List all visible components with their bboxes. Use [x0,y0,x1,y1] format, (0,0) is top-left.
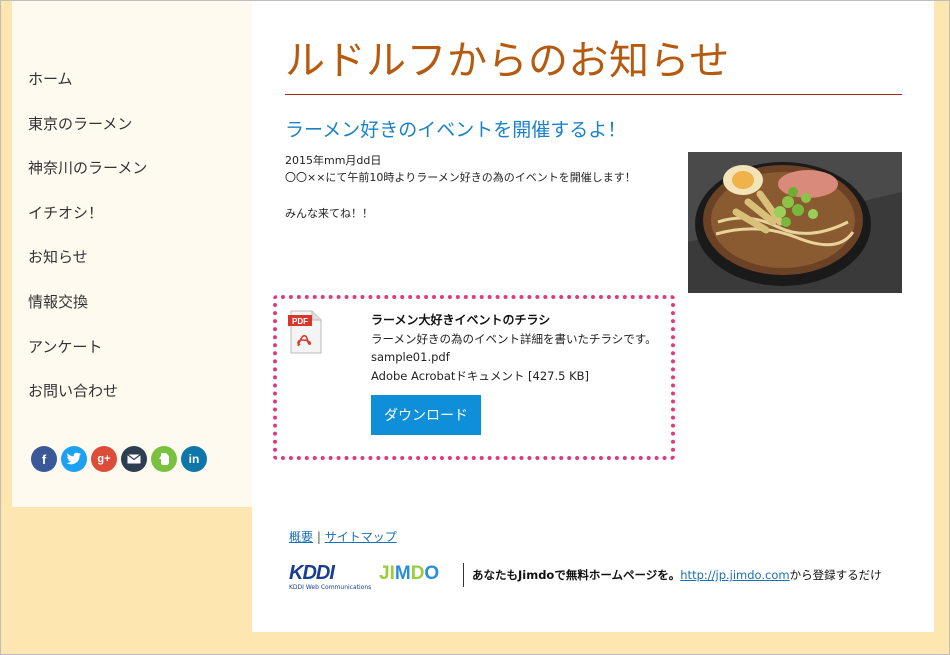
sidebar-item-tokyo-ramen[interactable]: 東京のラーメン [28,113,132,134]
sidebar-item-contact[interactable]: お問い合わせ [28,380,118,401]
title-divider [285,94,902,95]
mail-icon[interactable] [121,446,147,472]
footer-vertical-divider [463,563,464,587]
download-description: ラーメン好きの為のイベント詳細を書いたチラシです。 [371,332,657,346]
ramen-photo [688,152,902,293]
sidebar-item-home[interactable]: ホーム [28,68,73,89]
evernote-icon[interactable] [151,446,177,472]
download-filename: sample01.pdf [371,350,450,364]
sidebar: ホーム 東京のラーメン 神奈川のラーメン イチオシ！ お知らせ 情報交換 アンケ… [12,0,252,507]
download-filetype: Adobe Acrobatドキュメント [427.5 KB] [371,369,590,383]
footer-links: 概要 | サイトマップ [289,528,397,545]
main-content: ルドルフからのお知らせ ラーメン好きのイベントを開催するよ！ 2015年mm月d… [252,0,934,632]
jimdo-logo[interactable]: JIMDO [379,564,439,584]
jimdo-promo: あなたもJimdoで無料ホームページを。http://jp.jimdo.comか… [472,567,882,583]
kddi-logo[interactable]: KDDI KDDI Web Communications [289,563,371,591]
article-date: 2015年mm月dd日 [285,154,382,167]
linkedin-icon[interactable]: in [181,446,207,472]
kddi-logo-text: KDDI [289,562,335,584]
sidebar-item-recommended[interactable]: イチオシ！ [28,202,103,223]
twitter-icon[interactable] [61,446,87,472]
jimdo-promo-prefix: あなたもJimdoで無料ホームページを。 [472,568,681,582]
pdf-icon-label: PDF [292,317,308,326]
footer-link-sitemap[interactable]: サイトマップ [325,530,397,544]
download-box: PDF ラーメン大好きイベントのチラシ ラーメン好きの為のイベント詳細を書いたチ… [273,295,675,460]
social-share-bar: f g+ in [31,446,207,472]
sidebar-item-kanagawa-ramen[interactable]: 神奈川のラーメン [28,157,147,178]
jimdo-promo-suffix: から登録するだけ [789,568,882,582]
kddi-logo-subtext: KDDI Web Communications [289,584,372,591]
sidebar-item-news[interactable]: お知らせ [28,246,88,267]
page-title: ルドルフからのお知らせ [285,38,730,84]
download-title: ラーメン大好きイベントのチラシ [371,313,551,327]
article-subtitle: ラーメン好きのイベントを開催するよ！ [285,119,627,141]
sidebar-item-info-exchange[interactable]: 情報交換 [28,291,88,312]
facebook-icon[interactable]: f [31,446,57,472]
article-closing: みんな来てね！！ [285,207,373,220]
footer-separator: | [316,530,321,544]
jimdo-url-link[interactable]: http://jp.jimdo.com [680,568,789,582]
pdf-file-icon: PDF [288,310,322,354]
article-description: 〇〇××にて午前10時よりラーメン好きの為のイベントを開催します！ [285,171,636,184]
google-plus-icon[interactable]: g+ [91,446,117,472]
footer-link-overview[interactable]: 概要 [289,530,313,544]
sidebar-item-survey[interactable]: アンケート [28,336,102,357]
download-button[interactable]: ダウンロード [371,395,481,435]
